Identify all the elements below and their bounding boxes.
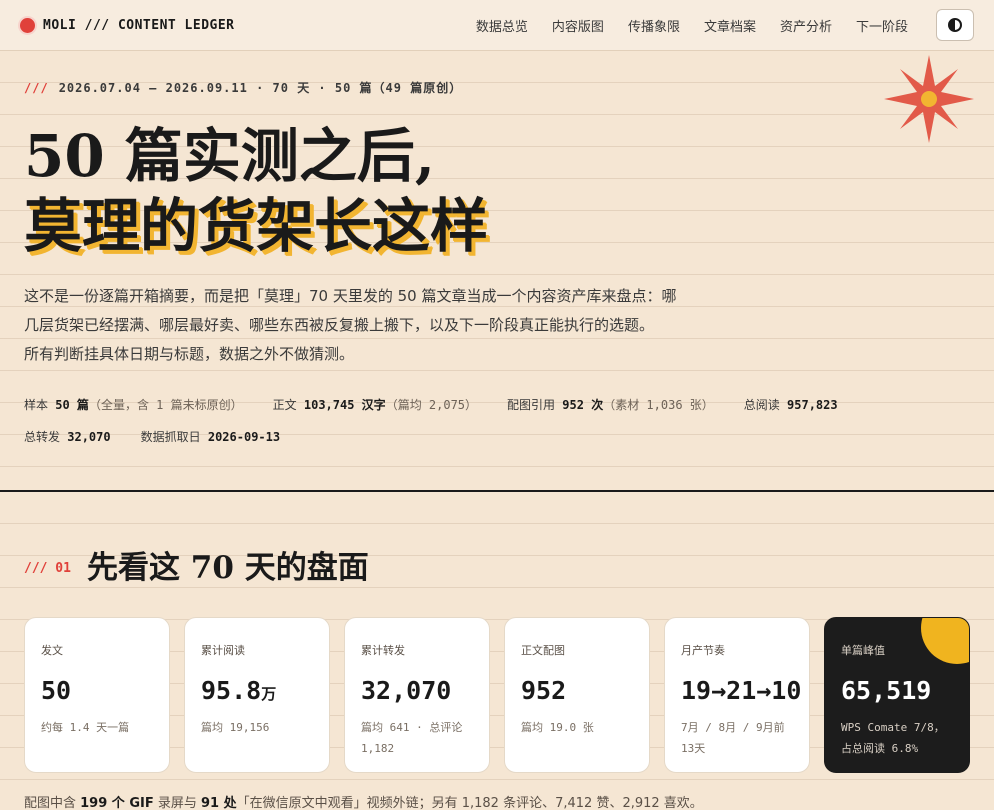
stat-fetch-date: 数据抓取日 2026-09-13: [140, 430, 281, 444]
stat-sample: 样本 50 篇（全量，含 1 篇未标原创）: [24, 398, 243, 412]
kpi-sub: 篇均 641 · 总评论 1,182: [361, 721, 463, 755]
stat-total-reads: 总阅读 957,823: [743, 398, 838, 412]
stat-image-refs: 配图引用 952 次（素材 1,036 张）: [507, 398, 714, 412]
kpi-value: 32,070: [361, 676, 452, 705]
section-footnote: 配图中含 199 个 GIF 录屏与 91 处「在微信原文中观看」视频外链；另有…: [24, 796, 703, 810]
kpi-card-posts: 发文 50 约每 1.4 天一篇: [24, 617, 170, 773]
section-overview: /// 01 先看这 70 天的盘面 发文 50 约每 1.4 天一篇 累计阅读…: [0, 492, 994, 810]
kpi-cards: 发文 50 约每 1.4 天一篇 累计阅读 95.8万 篇均 19,156 累计…: [24, 617, 970, 773]
meta-date-range: 2026.07.04 — 2026.09.11 · 70 天 · 50 篇（49…: [58, 81, 463, 95]
brand-name: MOLI /// CONTENT LEDGER: [43, 17, 235, 33]
intro-line-1: 这不是一份逐篇开箱摘要，而是把「莫理」70 天里发的 50 篇文章当成一个内容资…: [24, 287, 677, 305]
kpi-label: 发文: [41, 644, 63, 657]
hero-meta-line: /// 2026.07.04 — 2026.09.11 · 70 天 · 50 篇…: [24, 79, 462, 96]
starburst-icon: [884, 55, 974, 143]
top-nav: MOLI /// CONTENT LEDGER 数据总览 内容版图 传播象限 文…: [0, 0, 994, 51]
section-heading: /// 01 先看这 70 天的盘面: [24, 542, 369, 587]
section-number: /// 01: [24, 561, 71, 576]
kpi-card-peak: 单篇峰值 65,519 WPS Comate 7/8， 占总阅读 6.8%: [824, 617, 970, 773]
brand-dot-icon: [20, 17, 35, 33]
kpi-label: 月产节奏: [681, 644, 725, 657]
kpi-card-shares: 累计转发 32,070 篇均 641 · 总评论 1,182: [344, 617, 490, 773]
hero-stats-row-1: 样本 50 篇（全量，含 1 篇未标原创） 正文 103,745 汉字（篇均 2…: [24, 396, 924, 413]
kpi-value: 952: [521, 676, 567, 705]
theme-toggle-button[interactable]: [936, 9, 974, 41]
kpi-sub: 篇均 19,156: [201, 721, 270, 734]
stat-total-shares: 总转发 32,070: [24, 430, 111, 444]
hero: /// 2026.07.04 — 2026.09.11 · 70 天 · 50 篇…: [0, 51, 994, 491]
kpi-sub: 7月 / 8月 / 9月前 13天: [681, 721, 785, 755]
kpi-card-images: 正文配图 952 篇均 19.0 张: [504, 617, 650, 773]
nav-links: 数据总览 内容版图 传播象限 文章档案 资产分析 下一阶段: [476, 16, 908, 35]
nav-link-archive[interactable]: 文章档案: [704, 16, 756, 35]
hero-intro: 这不是一份逐篇开箱摘要，而是把「莫理」70 天里发的 50 篇文章当成一个内容资…: [24, 282, 764, 369]
intro-line-2: 几层货架已经摆满、哪层最好卖、哪些东西被反复搬上搬下，以及下一阶段真正能执行的选…: [24, 316, 655, 334]
kpi-card-reads: 累计阅读 95.8万 篇均 19,156: [184, 617, 330, 773]
kpi-value: 19→21→10: [681, 676, 802, 705]
brand[interactable]: MOLI /// CONTENT LEDGER: [20, 17, 235, 33]
nav-link-asset-analysis[interactable]: 资产分析: [780, 16, 832, 35]
kpi-label: 累计转发: [361, 644, 405, 657]
kpi-value: 50: [41, 676, 72, 705]
kpi-sub: WPS Comate 7/8， 占总阅读 6.8%: [841, 721, 945, 755]
stat-body-text: 正文 103,745 汉字（篇均 2,075）: [272, 398, 478, 412]
kpi-sub: 篇均 19.0 张: [521, 721, 594, 734]
kpi-sub: 约每 1.4 天一篇: [41, 721, 130, 734]
hero-stats-row-2: 总转发 32,070 数据抓取日 2026-09-13: [24, 428, 924, 445]
nav-link-next-stage[interactable]: 下一阶段: [856, 16, 908, 35]
intro-line-3: 所有判断挂具体日期与标题，数据之外不做猜测。: [24, 345, 355, 363]
nav-link-content-map[interactable]: 内容版图: [552, 16, 604, 35]
meta-slash: ///: [24, 81, 49, 95]
hero-title-line2: 莫理的货架长这样: [24, 192, 489, 260]
nav-link-quadrant[interactable]: 传播象限: [628, 16, 680, 35]
contrast-icon: [948, 18, 962, 32]
kpi-card-monthly-rhythm: 月产节奏 19→21→10 7月 / 8月 / 9月前 13天: [664, 617, 810, 773]
kpi-label: 正文配图: [521, 644, 565, 657]
section-title: 先看这 70 天的盘面: [86, 550, 369, 586]
nav-link-overview[interactable]: 数据总览: [476, 16, 528, 35]
hero-title-line1: 50 篇实测之后,: [24, 122, 436, 190]
kpi-value: 95.8万: [201, 676, 277, 705]
kpi-value: 65,519: [841, 676, 932, 705]
kpi-label: 累计阅读: [201, 644, 245, 657]
